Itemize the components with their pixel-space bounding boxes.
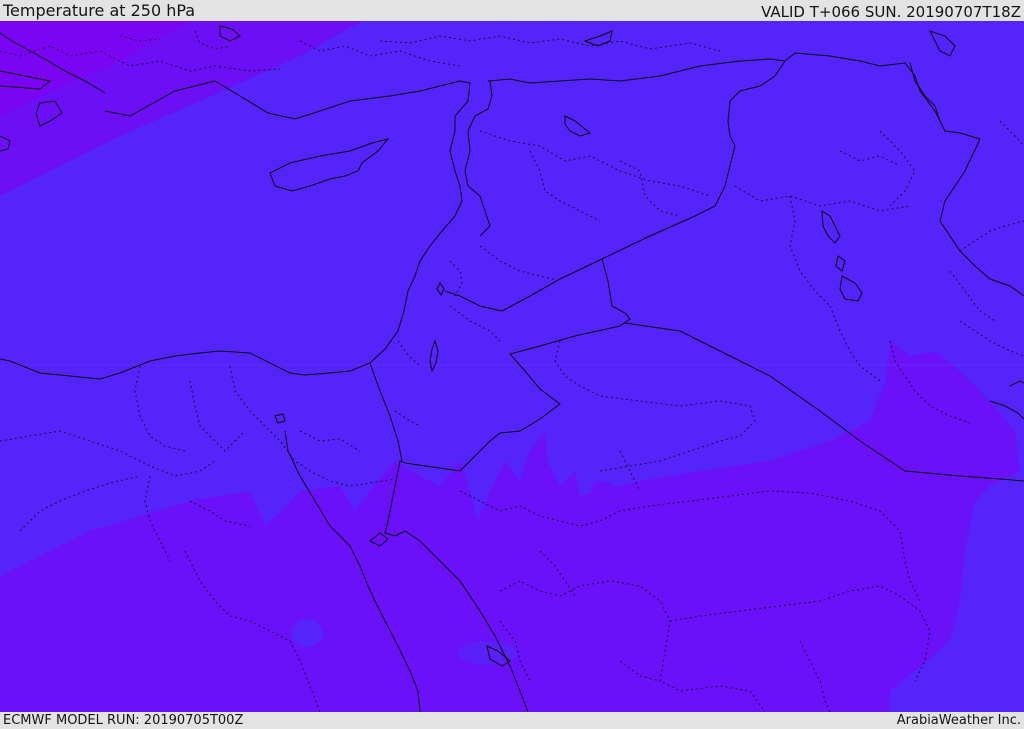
temperature-map xyxy=(0,21,1024,712)
model-run-label: ECMWF MODEL RUN: 20190705T00Z xyxy=(3,713,244,728)
valid-time-label: VALID T+066 SUN. 20190707T18Z xyxy=(761,3,1021,21)
credit-label: ArabiaWeather Inc. xyxy=(896,713,1021,728)
map-title: Temperature at 250 hPa xyxy=(3,1,196,20)
map-panel xyxy=(0,21,1024,712)
header-bar: Temperature at 250 hPa VALID T+066 SUN. … xyxy=(0,0,1024,21)
footer-bar: ECMWF MODEL RUN: 20190705T00Z ArabiaWeat… xyxy=(0,712,1024,729)
cool-patch xyxy=(291,619,323,647)
warm-patch xyxy=(591,481,615,497)
